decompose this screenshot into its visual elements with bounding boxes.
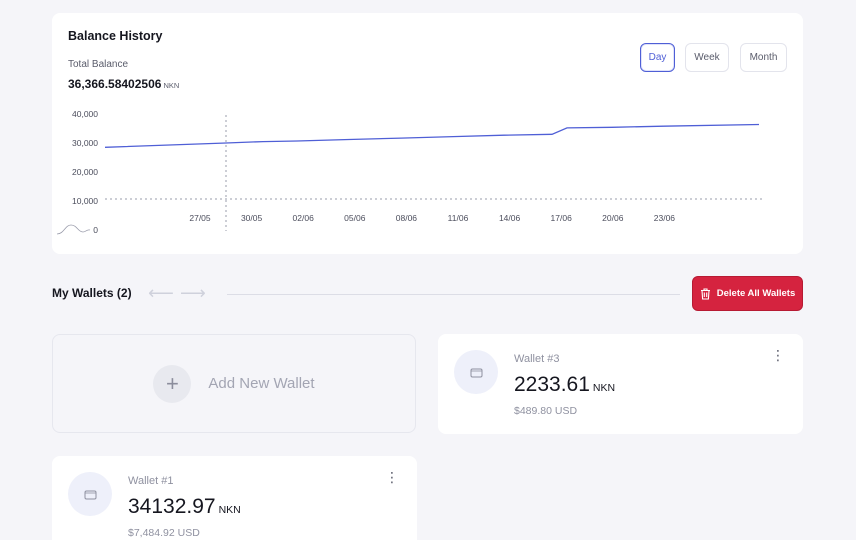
range-day-button[interactable]: Day [640, 43, 675, 72]
more-vertical-icon[interactable]: ⋮ [771, 348, 785, 362]
x-tick-label: 08/06 [396, 213, 418, 223]
wallet-balance-amount: 2233.61 [514, 373, 590, 396]
wallet-card[interactable]: Wallet #1 34132.97 NKN $7,484.92 USD ⋮ [52, 456, 417, 540]
x-tick-label: 27/05 [189, 213, 211, 223]
wallet-icon [68, 472, 112, 516]
x-tick-label: 30/05 [241, 213, 263, 223]
prev-arrow-icon[interactable]: ⟵ [148, 283, 174, 304]
y-tick-label: 30,000 [72, 138, 98, 148]
range-week-button[interactable]: Week [685, 43, 729, 72]
wallet-name: Wallet #1 [128, 475, 174, 487]
add-new-wallet-label: Add New Wallet [208, 375, 315, 392]
x-tick-label: 14/06 [499, 213, 521, 223]
wallet-balance-unit: NKN [592, 382, 616, 394]
y-tick-label: 40,000 [72, 109, 98, 119]
wallet-name: Wallet #3 [514, 353, 560, 365]
x-tick-label: 23/06 [654, 213, 676, 223]
x-tick-label: 02/06 [293, 213, 315, 223]
x-tick-label: 05/06 [344, 213, 366, 223]
range-month-button[interactable]: Month [740, 43, 787, 72]
delete-all-wallets-button[interactable]: Delete All Wallets [692, 276, 803, 311]
wallet-card[interactable]: Wallet #3 2233.61 NKN $489.80 USD ⋮ [438, 334, 803, 434]
y-tick-label: 10,000 [72, 196, 98, 206]
add-new-wallet-card[interactable]: + Add New Wallet [52, 334, 416, 433]
chart-legend-sparkline-icon [56, 224, 91, 235]
total-balance-label: Total Balance [68, 59, 129, 70]
wallet-icon [454, 350, 498, 394]
plus-icon: + [153, 364, 192, 403]
x-tick-label: 20/06 [602, 213, 624, 223]
balance-line-chart: 40,000 30,000 20,000 10,000 0 27/05 30/05 02/0… [56, 109, 763, 235]
y-tick-label: 20,000 [72, 167, 98, 177]
total-balance-value: 36,366.58402506 NKN [68, 77, 179, 91]
section-divider [227, 294, 680, 295]
wallets-section-title: My Wallets (2) [52, 286, 132, 300]
balance-history-title: Balance History [68, 29, 163, 43]
delete-all-wallets-label: Delete All Wallets [716, 288, 796, 299]
wallet-usd-value: $7,484.92 USD [128, 527, 200, 539]
wallet-balance: 2233.61 NKN [514, 373, 615, 397]
x-tick-label: 17/06 [551, 213, 573, 223]
wallet-balance-unit: NKN [218, 504, 241, 516]
balance-history-card: Balance History Total Balance 36,366.584… [52, 13, 803, 254]
wallet-balance-amount: 34132.97 [128, 495, 216, 518]
more-vertical-icon[interactable]: ⋮ [385, 470, 399, 484]
chart-series-line [104, 123, 760, 148]
total-balance-amount: 36,366.58402506 [68, 77, 162, 91]
next-arrow-icon[interactable]: ⟶ [180, 283, 206, 304]
y-tick-label: 0 [93, 225, 98, 235]
total-balance-unit: NKN [163, 81, 180, 90]
wallet-balance: 34132.97 NKN [128, 495, 241, 519]
trash-icon [700, 287, 710, 300]
x-tick-label: 11/06 [448, 213, 469, 223]
wallet-usd-value: $489.80 USD [514, 405, 578, 417]
